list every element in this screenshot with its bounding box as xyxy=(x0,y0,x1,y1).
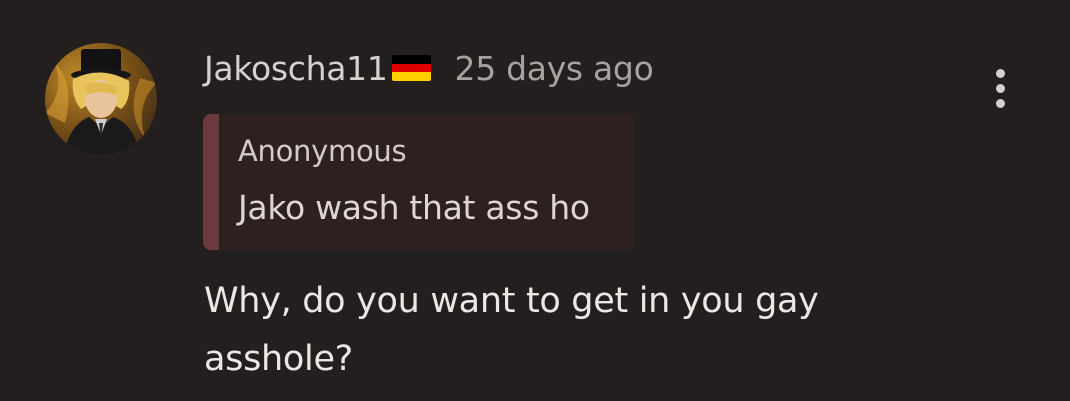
comment-body: Why, do you want to get in you gay assho… xyxy=(204,281,819,379)
more-vertical-icon-dot xyxy=(995,83,1005,93)
more-vertical-icon xyxy=(995,68,1005,78)
quote-text: Jako wash that ass ho xyxy=(238,188,590,227)
avatar[interactable] xyxy=(45,43,157,155)
more-options-button[interactable] xyxy=(980,64,1020,112)
comment-header: Jakoscha11 25 days ago xyxy=(204,46,654,90)
quoted-comment[interactable]: Anonymous Jako wash that ass ho xyxy=(203,114,634,250)
comment-card: Jakoscha11 25 days ago Anonymous Jako wa… xyxy=(0,0,1070,401)
timestamp[interactable]: 25 days ago xyxy=(455,49,654,88)
quote-author: Anonymous xyxy=(238,134,407,168)
avatar-image xyxy=(45,49,157,155)
germany-flag-icon xyxy=(391,55,431,81)
username[interactable]: Jakoscha11 xyxy=(204,49,388,88)
more-vertical-icon-dot xyxy=(995,98,1005,108)
quote-accent-bar xyxy=(203,114,219,250)
